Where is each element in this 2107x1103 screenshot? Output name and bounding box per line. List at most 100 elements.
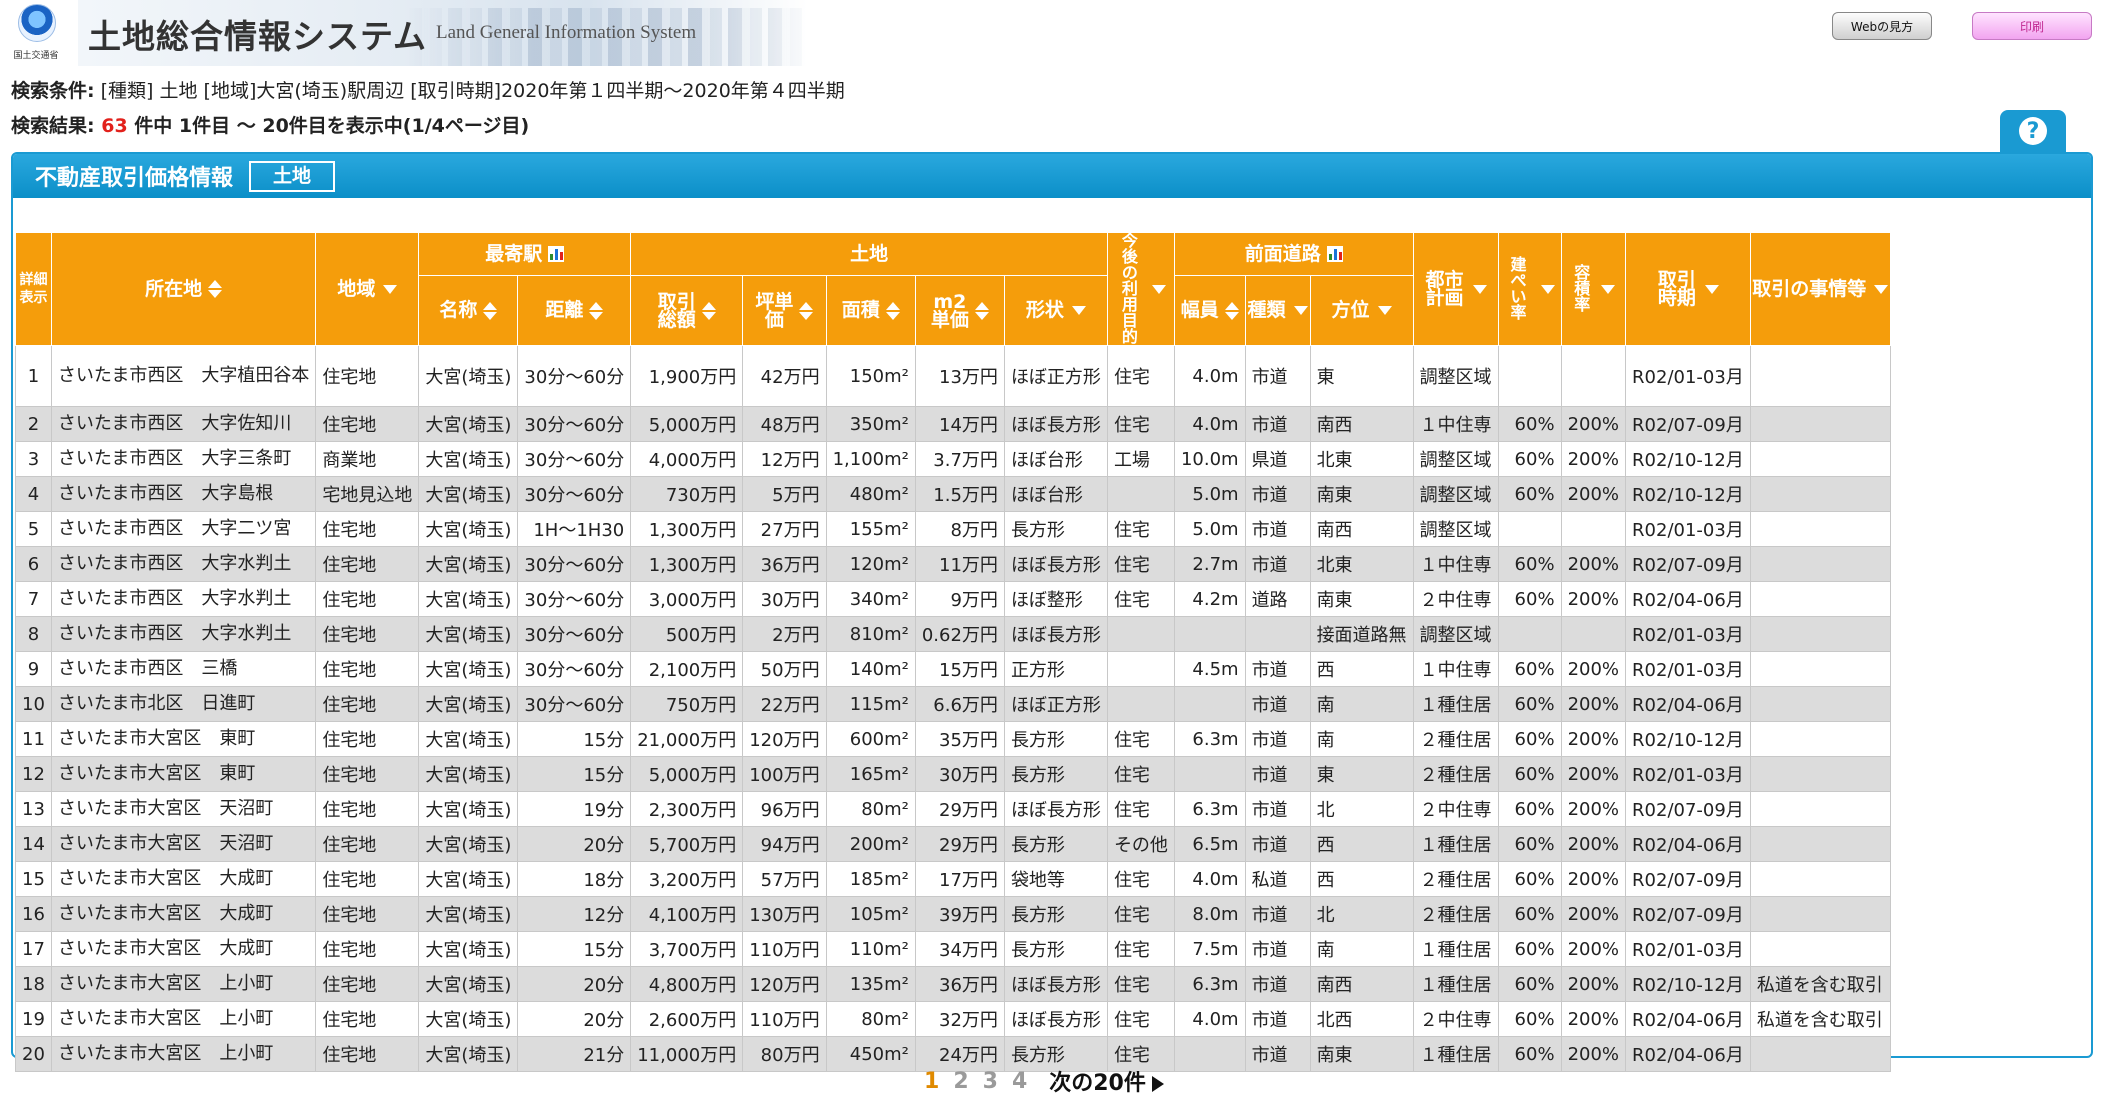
th-location[interactable]: 所在地 [50, 232, 317, 346]
th-road-type[interactable]: 種類 [1244, 275, 1311, 346]
location-link[interactable]: さいたま市西区 大字水判土 [50, 581, 317, 617]
row-number-link[interactable]: 3 [15, 441, 52, 477]
table-row: 13 さいたま市大宮区 天沼町 住宅地 大宮(埼玉) 19分 2,300万円 96万円 80m… [15, 791, 1891, 827]
trade-period: R02/10-12月 [1625, 476, 1751, 512]
road-width: 6.3m [1173, 721, 1246, 757]
page-link-4[interactable]: 4 [1012, 1069, 1027, 1094]
tsubo-price: 96万円 [742, 791, 827, 827]
next-page-link[interactable]: 次の20件 [1049, 1065, 1164, 1097]
floor-area-ratio: 200% [1560, 1001, 1627, 1037]
chart-icon[interactable] [1326, 246, 1343, 263]
location-link[interactable]: さいたま市西区 大字水判土 [50, 546, 317, 582]
tsubo-price: 120万円 [742, 966, 827, 1002]
location-link[interactable]: さいたま市北区 日進町 [50, 686, 317, 722]
th-circumstances[interactable]: 取引の事情等 [1749, 232, 1891, 346]
row-number-link[interactable]: 11 [15, 721, 52, 757]
row-number-link[interactable]: 1 [15, 345, 52, 407]
print-button[interactable]: 印刷 [1972, 12, 2092, 40]
total-price: 5,700万円 [630, 826, 744, 862]
station-name: 大宮(埼玉) [418, 896, 519, 932]
area-type: 住宅地 [315, 546, 420, 582]
floor-area-ratio [1560, 345, 1627, 407]
page-link-2[interactable]: 2 [953, 1069, 968, 1094]
city-plan: ２種住居 [1412, 721, 1499, 757]
row-number-link[interactable]: 10 [15, 686, 52, 722]
row-number-link[interactable]: 19 [15, 1001, 52, 1037]
location-link[interactable]: さいたま市大宮区 東町 [50, 721, 317, 757]
row-number-link[interactable]: 9 [15, 651, 52, 687]
row-number-link[interactable]: 20 [15, 1036, 52, 1072]
trade-period: R02/01-03月 [1625, 651, 1751, 687]
th-size[interactable]: 面積 [825, 275, 916, 346]
dropdown-icon [1377, 306, 1392, 316]
th-future-use[interactable]: 今後の利用目的 [1106, 232, 1175, 346]
th-road-width[interactable]: 幅員 [1173, 275, 1246, 346]
floor-area-ratio [1560, 616, 1627, 652]
future-use: 住宅 [1106, 546, 1175, 582]
location-link[interactable]: さいたま市大宮区 上小町 [50, 1036, 317, 1072]
th-city-plan[interactable]: 都市計画 [1412, 232, 1499, 346]
mlit-logo[interactable]: 国土交通省 [8, 2, 64, 66]
web-guide-button[interactable]: Webの見方 [1832, 12, 1932, 40]
row-number-link[interactable]: 15 [15, 861, 52, 897]
question-icon: ? [2019, 117, 2047, 145]
location-link[interactable]: さいたま市大宮区 天沼町 [50, 791, 317, 827]
th-road-direction[interactable]: 方位 [1309, 275, 1414, 346]
road-direction: 南 [1309, 931, 1414, 967]
th-station-distance[interactable]: 距離 [517, 275, 632, 346]
row-number-link[interactable]: 4 [15, 476, 52, 512]
city-plan: 調整区域 [1412, 511, 1499, 547]
th-far[interactable]: 容積率 [1560, 232, 1627, 346]
th-coverage[interactable]: 建ぺい率 [1497, 232, 1562, 346]
th-shape[interactable]: 形状 [1003, 275, 1108, 346]
row-number-link[interactable]: 16 [15, 896, 52, 932]
location-link[interactable]: さいたま市西区 大字佐知川 [50, 406, 317, 442]
location-link[interactable]: さいたま市大宮区 大成町 [50, 931, 317, 967]
future-use: 住宅 [1106, 931, 1175, 967]
road-direction: 西 [1309, 826, 1414, 862]
page-link-3[interactable]: 3 [983, 1069, 998, 1094]
panel-type-tag: 土地 [249, 160, 336, 192]
city-plan: １種住居 [1412, 931, 1499, 967]
location-link[interactable]: さいたま市西区 大字三条町 [50, 441, 317, 477]
location-link[interactable]: さいたま市西区 三橋 [50, 651, 317, 687]
road-type: 市道 [1244, 511, 1311, 547]
m2-price: 29万円 [914, 791, 1005, 827]
table-row: 15 さいたま市大宮区 大成町 住宅地 大宮(埼玉) 18分 3,200万円 57万円 185… [15, 861, 1891, 897]
location-link[interactable]: さいたま市大宮区 東町 [50, 756, 317, 792]
floor-area-ratio: 200% [1560, 791, 1627, 827]
m2-price: 0.62万円 [914, 616, 1005, 652]
location-link[interactable]: さいたま市西区 大字島根 [50, 476, 317, 512]
land-shape: ほぼ正方形 [1003, 686, 1108, 722]
row-number-link[interactable]: 13 [15, 791, 52, 827]
land-shape: ほぼ台形 [1003, 476, 1108, 512]
location-link[interactable]: さいたま市西区 大字二ツ宮 [50, 511, 317, 547]
location-link[interactable]: さいたま市大宮区 天沼町 [50, 826, 317, 862]
location-link[interactable]: さいたま市大宮区 上小町 [50, 966, 317, 1002]
row-number-link[interactable]: 18 [15, 966, 52, 1002]
row-number-link[interactable]: 14 [15, 826, 52, 862]
help-tab[interactable]: ? [2000, 110, 2066, 152]
row-number-link[interactable]: 5 [15, 511, 52, 547]
row-number-link[interactable]: 8 [15, 616, 52, 652]
th-period[interactable]: 取引時期 [1625, 232, 1751, 346]
location-link[interactable]: さいたま市大宮区 大成町 [50, 896, 317, 932]
chart-icon[interactable] [548, 246, 565, 263]
location-link[interactable]: さいたま市西区 大字水判土 [50, 616, 317, 652]
th-m2-price[interactable]: m2 単価 [914, 275, 1005, 346]
land-size: 115m² [825, 686, 916, 722]
road-direction: 南東 [1309, 581, 1414, 617]
th-station-name[interactable]: 名称 [418, 275, 519, 346]
row-number-link[interactable]: 17 [15, 931, 52, 967]
th-tsubo-price[interactable]: 坪単価 [742, 275, 827, 346]
row-number-link[interactable]: 2 [15, 406, 52, 442]
row-number-link[interactable]: 7 [15, 581, 52, 617]
th-total-price[interactable]: 取引総額 [630, 275, 744, 346]
location-link[interactable]: さいたま市大宮区 上小町 [50, 1001, 317, 1037]
location-link[interactable]: さいたま市大宮区 大成町 [50, 861, 317, 897]
location-link[interactable]: さいたま市西区 大字植田谷本 [50, 345, 317, 407]
th-area[interactable]: 地域 [315, 232, 420, 346]
row-number-link[interactable]: 12 [15, 756, 52, 792]
future-use: 住宅 [1106, 511, 1175, 547]
row-number-link[interactable]: 6 [15, 546, 52, 582]
